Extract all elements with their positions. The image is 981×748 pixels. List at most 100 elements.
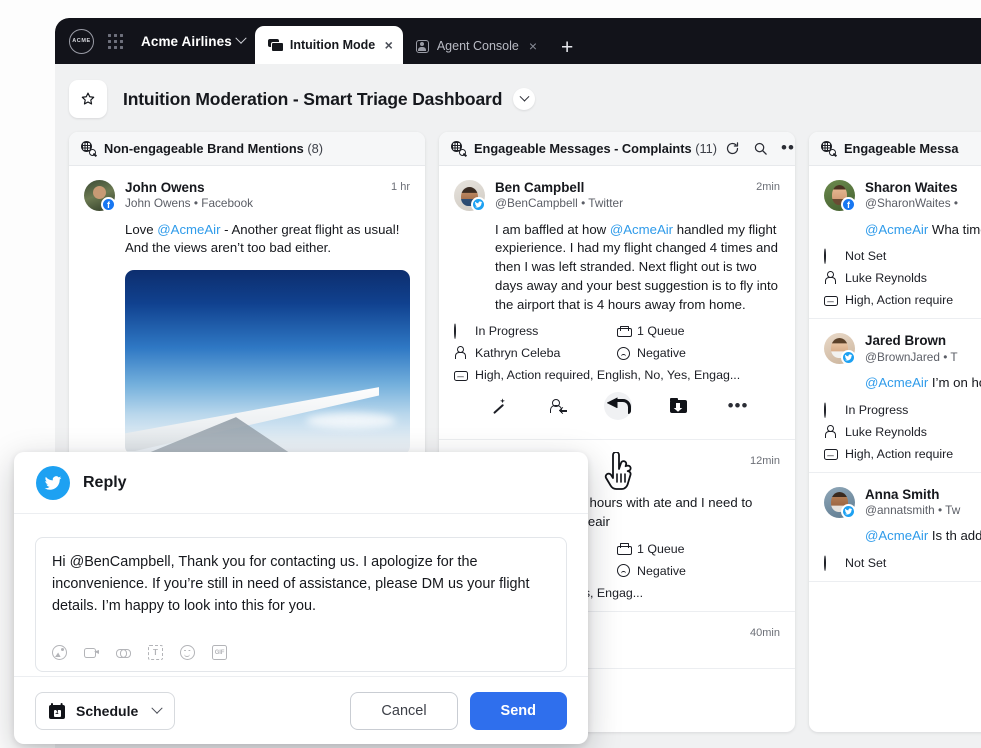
meta-tags[interactable]: High, Action require (824, 447, 981, 461)
message-meta: Not Set Luke Reynolds High, Action requi… (824, 239, 981, 307)
assign-user-button[interactable] (544, 392, 572, 420)
meta-queue[interactable]: 1 Queue (617, 542, 780, 556)
meta-tags[interactable]: High, Action require (824, 293, 981, 307)
favorite-star-button[interactable] (69, 80, 107, 118)
cloud-shape (306, 413, 396, 430)
column-header-actions: ••• (725, 139, 795, 157)
meta-queue[interactable]: 1 Queue (617, 324, 780, 338)
sentiment-label: Negative (637, 563, 686, 578)
mention-link[interactable]: @AcmeAir (157, 222, 220, 237)
meta-grid: In Progress Kathryn Celeba 1 Queue Negat… (454, 323, 780, 360)
status-icon (824, 555, 826, 572)
message-author: John Owens John Owens • Facebook (125, 180, 381, 212)
reply-textarea[interactable]: Hi @BenCampbell, Thank you for contactin… (52, 552, 550, 618)
refresh-icon[interactable] (725, 141, 740, 156)
mention-link[interactable]: @AcmeAir (865, 528, 928, 543)
meta-status[interactable]: Not Set (824, 555, 981, 572)
author-name: Jared Brown (865, 333, 947, 349)
send-button[interactable]: Send (469, 691, 567, 730)
chevron-down-icon (151, 702, 163, 714)
message-card-sharon-waites[interactable]: f Sharon Waites @SharonWaites • @AcmeAir… (809, 166, 981, 320)
reply-composer[interactable]: Hi @BenCampbell, Thank you for contactin… (35, 537, 567, 672)
gif-icon[interactable]: GIF (212, 645, 227, 660)
column-title: Engageable Messa (844, 141, 959, 156)
meta-status[interactable]: Not Set (824, 248, 981, 265)
message-card-john-owens[interactable]: f John Owens John Owens • Facebook 1 hr … (69, 166, 425, 468)
assign-user-icon (550, 398, 567, 414)
link-icon[interactable] (116, 645, 131, 660)
mention-link[interactable]: @AcmeAir (865, 222, 928, 237)
message-text-before: Love (125, 221, 158, 237)
message-card-ben-campbell[interactable]: Ben Campbell @BenCampbell • Twitter 2min… (439, 166, 795, 441)
sentiment-icon (617, 564, 630, 578)
more-actions-button[interactable]: ••• (724, 392, 752, 420)
tab-intuition-moderation[interactable]: Intuition Moder × (254, 26, 403, 64)
avatar[interactable] (824, 486, 856, 519)
avatar[interactable]: f (824, 180, 856, 212)
column-body[interactable]: f Sharon Waites @SharonWaites • @AcmeAir… (809, 166, 981, 732)
app-grid-icon[interactable] (108, 33, 123, 49)
tags-mail-icon (824, 295, 838, 307)
acme-logo[interactable]: ACME (69, 28, 94, 54)
close-icon[interactable]: × (529, 39, 537, 53)
org-switcher[interactable]: Acme Airlines (141, 32, 247, 49)
meta-sentiment[interactable]: Negative (617, 346, 780, 360)
reply-button[interactable] (604, 392, 632, 421)
close-icon[interactable]: × (385, 38, 393, 52)
more-icon[interactable]: ••• (781, 139, 795, 156)
tags-label: High, Action required, English, No, Yes,… (475, 368, 741, 383)
avatar[interactable] (824, 333, 856, 366)
cancel-button[interactable]: Cancel (350, 691, 458, 730)
meta-assignee[interactable]: Luke Reynolds (824, 271, 981, 285)
facebook-badge-icon: f (101, 197, 116, 212)
meta-status[interactable]: In Progress (454, 323, 617, 340)
video-icon[interactable] (84, 645, 99, 660)
meta-sentiment[interactable]: Negative (617, 564, 780, 578)
globe-search-icon (81, 141, 96, 156)
reply-dialog-title: Reply (83, 473, 127, 491)
message-timestamp: 12min (750, 455, 780, 468)
assignee-label: Kathryn Celeba (475, 346, 561, 361)
tab-agent-console[interactable]: Agent Console × (403, 28, 547, 64)
column-header: Non-engageable Brand Mentions (8) (69, 132, 425, 166)
avatar[interactable]: f (84, 180, 116, 212)
search-icon[interactable] (753, 141, 768, 156)
message-meta: Not Set (824, 546, 981, 572)
tags-label: High, Action require (845, 293, 954, 308)
mention-link[interactable]: @AcmeAir (865, 375, 928, 390)
new-tab-button[interactable]: + (547, 37, 587, 64)
meta-status[interactable]: In Progress (824, 401, 981, 418)
archive-button[interactable] (664, 392, 692, 420)
screenshot-root: ACME Acme Airlines Intuition Moder × Age… (0, 0, 981, 748)
page-title-dropdown-button[interactable] (513, 88, 536, 110)
message-card-jared-brown[interactable]: Jared Brown @BrownJared • T @AcmeAir I’m… (809, 319, 981, 473)
twitter-badge-icon (841, 503, 856, 519)
more-icon: ••• (727, 396, 749, 416)
mention-link[interactable]: @AcmeAir (610, 222, 673, 237)
chevron-down-icon (235, 32, 247, 44)
text-box-icon[interactable]: T (148, 645, 163, 660)
tags-mail-icon (454, 370, 468, 382)
meta-assignee[interactable]: Kathryn Celeba (454, 346, 617, 360)
meta-assignee[interactable]: Luke Reynolds (824, 424, 981, 439)
schedule-button[interactable]: 1 Schedule (35, 691, 176, 730)
image-icon[interactable] (52, 645, 67, 660)
message-text: I am baffled at how @AcmeAir handled my … (454, 212, 780, 315)
reply-dialog-footer: 1 Schedule Cancel Send (14, 676, 588, 744)
tab-bar-left-group: ACME Acme Airlines (55, 18, 247, 64)
emoji-icon[interactable] (180, 645, 195, 660)
assignee-label: Luke Reynolds (845, 424, 927, 439)
archive-icon (669, 398, 687, 414)
column-title-text: Non-engageable Brand Mentions (104, 141, 304, 156)
meta-tags[interactable]: High, Action required, English, No, Yes,… (454, 368, 780, 382)
star-icon (81, 92, 95, 105)
composer-toolbar: T GIF (52, 645, 550, 662)
tags-label: High, Action require (845, 446, 954, 461)
agent-icon (415, 39, 429, 53)
status-icon (824, 248, 826, 265)
message-photo[interactable] (125, 270, 410, 456)
avatar[interactable] (454, 180, 486, 212)
magic-wand-button[interactable] (484, 392, 512, 420)
status-icon (454, 323, 456, 340)
message-card-anna-smith[interactable]: Anna Smith @annatsmith • Tw @AcmeAir Is … (809, 473, 981, 583)
